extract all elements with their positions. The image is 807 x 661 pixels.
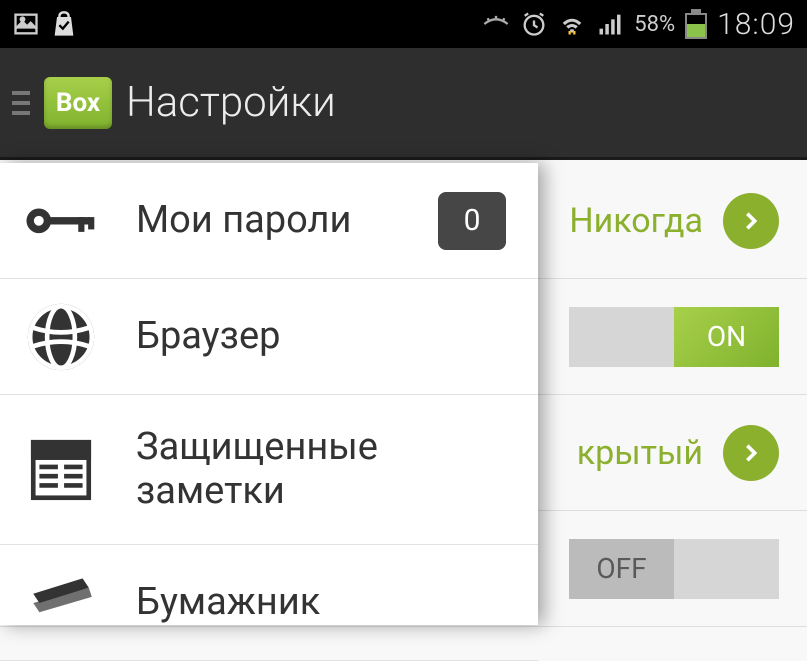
chevron-right-icon[interactable] xyxy=(723,425,779,481)
globe-icon xyxy=(24,300,98,374)
setting-value: Никогда xyxy=(569,201,703,241)
status-clock: 18:09 xyxy=(717,7,795,42)
drawer-item-passwords[interactable]: Мои пароли 0 xyxy=(0,163,538,279)
wifi-icon xyxy=(558,10,586,38)
chevron-right-icon[interactable] xyxy=(723,193,779,249)
alarm-icon xyxy=(520,10,548,38)
wallet-icon xyxy=(24,566,98,640)
gallery-icon xyxy=(12,10,40,38)
drawer-item-browser[interactable]: Браузер xyxy=(0,279,538,395)
toggle-switch[interactable]: OFF xyxy=(569,539,779,599)
drawer-item-label: Бумажник xyxy=(136,581,320,625)
checkmark-bag-icon xyxy=(50,10,78,38)
key-icon xyxy=(24,184,98,258)
toggle-off-label xyxy=(569,307,674,367)
nav-drawer: Мои пароли 0 Браузер Защищенные заметки … xyxy=(0,163,538,625)
drawer-item-label: Мои пароли xyxy=(136,199,351,243)
drawer-item-label: Защищенные заметки xyxy=(136,426,514,513)
signal-icon xyxy=(596,10,624,38)
toggle-switch[interactable]: ON xyxy=(569,307,779,367)
status-bar: 58% 18:09 xyxy=(0,0,807,48)
toggle-on-label: ON xyxy=(674,307,779,367)
toggle-off-label: OFF xyxy=(569,539,674,599)
drawer-item-notes[interactable]: Защищенные заметки xyxy=(0,395,538,545)
app-bar: Box Настройки xyxy=(0,48,807,160)
count-badge: 0 xyxy=(438,192,506,250)
notes-icon xyxy=(24,433,98,507)
drawer-item-label: Браузер xyxy=(136,315,280,359)
page-title: Настройки xyxy=(126,78,336,127)
battery-percent: 58% xyxy=(634,12,675,37)
toggle-on-label xyxy=(674,539,779,599)
battery-icon xyxy=(685,9,707,39)
menu-button[interactable] xyxy=(12,91,30,115)
drawer-item-wallet[interactable]: Бумажник xyxy=(0,545,538,661)
app-logo: Box xyxy=(44,77,112,129)
eye-icon xyxy=(482,10,510,38)
setting-value: крытый xyxy=(577,433,703,473)
